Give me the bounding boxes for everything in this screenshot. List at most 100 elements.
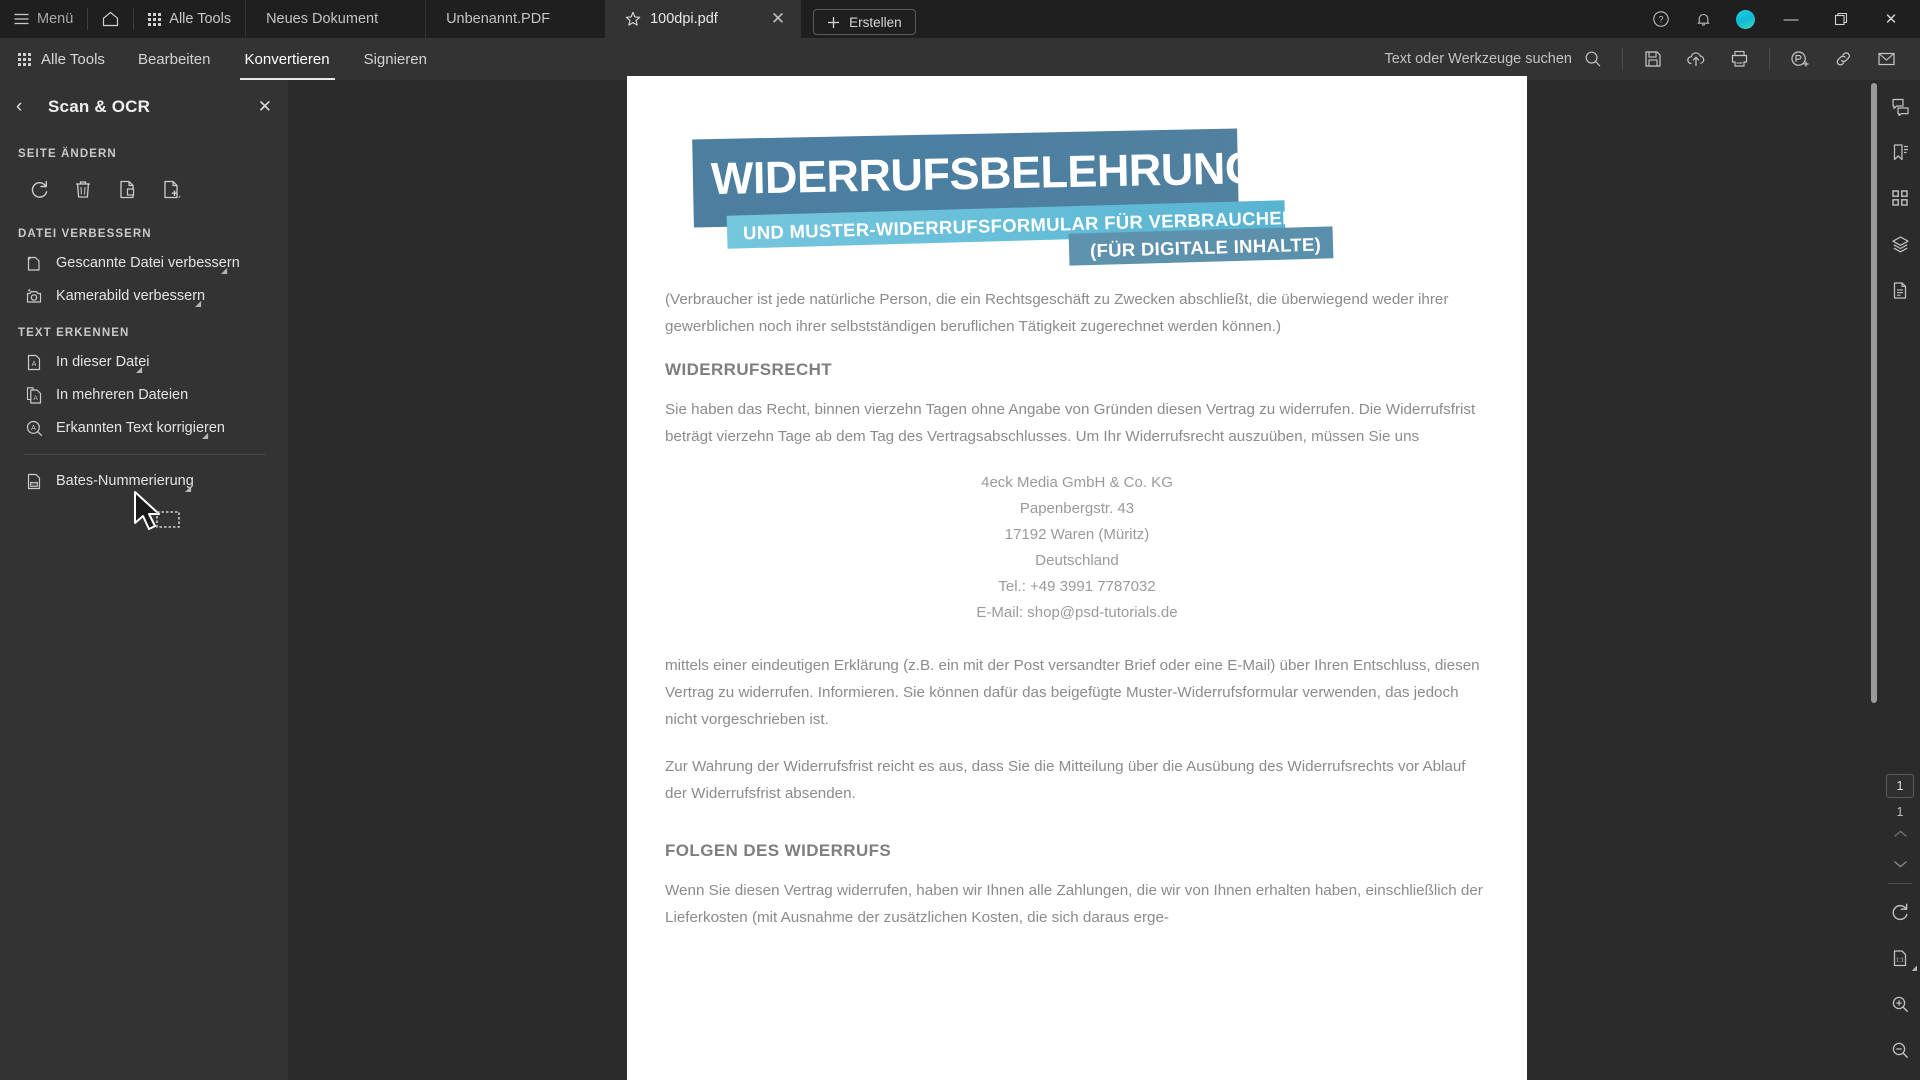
title-band-main-text: WIDERRUFSBELEHRUNG xyxy=(710,142,1260,205)
notification-bell-icon[interactable] xyxy=(1684,0,1722,38)
search-placeholder: Text oder Werkzeuge suchen xyxy=(1384,51,1572,67)
layers-icon[interactable] xyxy=(1880,224,1920,264)
panel-back-button[interactable]: ‹ xyxy=(16,96,42,118)
svg-text:?: ? xyxy=(1658,15,1663,25)
address-line: Deutschland xyxy=(1035,552,1119,569)
svg-text:012: 012 xyxy=(31,482,37,486)
item-erkannten-text-korrigieren[interactable]: A Erkannten Text korrigieren ◢ xyxy=(0,412,288,444)
save-icon[interactable] xyxy=(1633,38,1673,80)
insert-page-icon[interactable] xyxy=(154,172,188,206)
close-tab-icon[interactable]: ✕ xyxy=(745,9,785,29)
address-line: 17192 Waren (Müritz) xyxy=(1004,526,1150,543)
tab-label: Signieren xyxy=(363,50,427,68)
section-heading-datei-verbessern: DATEI VERBESSERN xyxy=(18,228,152,240)
tab-label: Konvertieren xyxy=(244,50,330,68)
current-page-input[interactable]: 1 xyxy=(1886,774,1914,798)
pdf-page[interactable]: WIDERRUFSBELEHRUNG UND MUSTER-WIDERRUFSF… xyxy=(627,76,1527,1080)
title-bar-right: ? — ✕ xyxy=(1642,0,1920,38)
next-page-button[interactable] xyxy=(1880,849,1920,879)
page-thumbnails-icon[interactable] xyxy=(1880,178,1920,218)
cloud-upload-icon[interactable] xyxy=(1676,38,1716,80)
previous-page-button[interactable] xyxy=(1880,819,1920,849)
chevron-down-icon[interactable]: ◢ xyxy=(195,300,201,308)
delete-page-icon[interactable] xyxy=(66,172,100,206)
tab-neues-dokument[interactable]: Neues Dokument xyxy=(245,0,425,38)
avatar[interactable] xyxy=(1726,0,1764,38)
title-band-sub2: (FÜR DIGITALE INHALTE) xyxy=(1068,226,1334,266)
tab-label: 100dpi.pdf xyxy=(650,11,718,27)
item-kamerabild-verbessern[interactable]: Kamerabild verbessern ◢ xyxy=(0,280,288,312)
menu-bar: Alle Tools Bearbeiten Konvertieren Signi… xyxy=(0,38,1920,80)
document-title-banner: WIDERRUFSBELEHRUNG UND MUSTER-WIDERRUFSF… xyxy=(665,124,1489,286)
vertical-scrollbar[interactable] xyxy=(1868,80,1880,1080)
home-button[interactable] xyxy=(88,0,133,38)
item-gescannte-datei-verbessern[interactable]: Gescannte Datei verbessern ◢ xyxy=(0,247,288,279)
mail-icon[interactable] xyxy=(1866,38,1906,80)
bookmarks-icon[interactable] xyxy=(1880,132,1920,172)
menu-label: Menü xyxy=(37,11,74,27)
all-tools-button[interactable]: Alle Tools xyxy=(134,0,245,38)
ocr-multifile-icon: A xyxy=(24,386,44,405)
title-bar: Menü Alle Tools Neues Dokument Unbenannt… xyxy=(0,0,1920,38)
chevron-down-icon[interactable]: ◢ xyxy=(221,267,227,275)
add-stamp-icon[interactable] xyxy=(1780,38,1820,80)
star-icon[interactable] xyxy=(625,11,641,27)
item-in-mehreren-dateien[interactable]: A In mehreren Dateien xyxy=(0,379,288,411)
page-action-buttons xyxy=(0,166,288,214)
enhance-camera-icon xyxy=(24,287,44,306)
rail-divider xyxy=(1888,883,1912,884)
right-tool-rail: 1 1 1:1 ◢ xyxy=(1880,80,1920,1080)
close-window-button[interactable]: ✕ xyxy=(1868,0,1914,38)
search-box[interactable]: Text oder Werkzeuge suchen xyxy=(1384,50,1612,68)
tab-konvertieren[interactable]: Konvertieren xyxy=(228,38,347,80)
enhance-scan-icon xyxy=(24,254,44,273)
address-line: 4eck Media GmbH & Co. KG xyxy=(981,474,1173,491)
grid-icon xyxy=(18,52,31,66)
svg-text:A: A xyxy=(31,425,36,432)
create-label: Erstellen xyxy=(849,14,902,30)
tab-100dpi-pdf[interactable]: 100dpi.pdf ✕ xyxy=(605,0,802,38)
zoom-out-icon[interactable] xyxy=(1880,1030,1920,1070)
title-band-sub2-text: (FÜR DIGITALE INHALTE) xyxy=(1089,233,1322,262)
item-label: Gescannte Datei verbessern xyxy=(56,255,240,271)
chevron-down-icon[interactable]: ◢ xyxy=(1912,964,1917,972)
item-label: In mehreren Dateien xyxy=(56,387,189,403)
document-pages-icon[interactable] xyxy=(1880,270,1920,310)
fit-actual-size-icon[interactable]: 1:1 ◢ xyxy=(1880,938,1920,978)
total-pages-label: 1 xyxy=(1896,805,1904,819)
tab-signieren[interactable]: Signieren xyxy=(347,38,444,80)
zoom-in-icon[interactable] xyxy=(1880,984,1920,1024)
comments-icon[interactable] xyxy=(1880,86,1920,126)
menubar-all-tools[interactable]: Alle Tools xyxy=(0,38,121,80)
doc-paragraph-1: Sie haben das Recht, binnen vierzehn Tag… xyxy=(665,401,1476,445)
address-line: Tel.: +49 3991 7787032 xyxy=(998,578,1156,595)
panel-divider xyxy=(24,454,266,455)
chevron-down-icon[interactable]: ◢ xyxy=(202,432,208,440)
panel-close-button[interactable]: ✕ xyxy=(258,97,272,117)
chevron-down-icon[interactable]: ◢ xyxy=(185,485,191,493)
document-canvas: WIDERRUFSBELEHRUNG UND MUSTER-WIDERRUFSF… xyxy=(288,76,1880,1080)
rotate-page-icon[interactable] xyxy=(22,172,56,206)
extract-page-icon[interactable] xyxy=(110,172,144,206)
help-circle-icon[interactable]: ? xyxy=(1642,0,1680,38)
item-bates-nummerierung[interactable]: 012 Bates-Nummerierung ◢ xyxy=(0,465,288,497)
create-button[interactable]: Erstellen xyxy=(813,9,916,35)
link-icon[interactable] xyxy=(1823,38,1863,80)
tab-unbenannt-pdf[interactable]: Unbenannt.PDF xyxy=(425,0,605,38)
chevron-down-icon[interactable]: ◢ xyxy=(136,366,142,374)
item-label: Erkannten Text korrigieren xyxy=(56,420,225,436)
rotate-view-icon[interactable] xyxy=(1880,892,1920,932)
menu-button[interactable]: Menü xyxy=(0,0,87,38)
print-icon[interactable] xyxy=(1719,38,1759,80)
tab-bearbeiten[interactable]: Bearbeiten xyxy=(121,38,228,80)
menu-bar-right: Text oder Werkzeuge suchen xyxy=(1384,38,1920,80)
address-line: E-Mail: shop@psd-tutorials.de xyxy=(976,604,1178,621)
tab-label: Neues Dokument xyxy=(266,11,379,27)
minimize-button[interactable]: — xyxy=(1768,0,1814,38)
search-icon[interactable] xyxy=(1584,50,1602,68)
scrollbar-thumb[interactable] xyxy=(1871,83,1877,703)
doc-paragraph-4: Wenn Sie diesen Vertrag widerrufen, habe… xyxy=(665,882,1483,926)
bates-numbering-icon: 012 xyxy=(24,472,44,491)
item-in-dieser-datei[interactable]: A In dieser Datei ◢ xyxy=(0,346,288,378)
restore-button[interactable] xyxy=(1818,0,1864,38)
